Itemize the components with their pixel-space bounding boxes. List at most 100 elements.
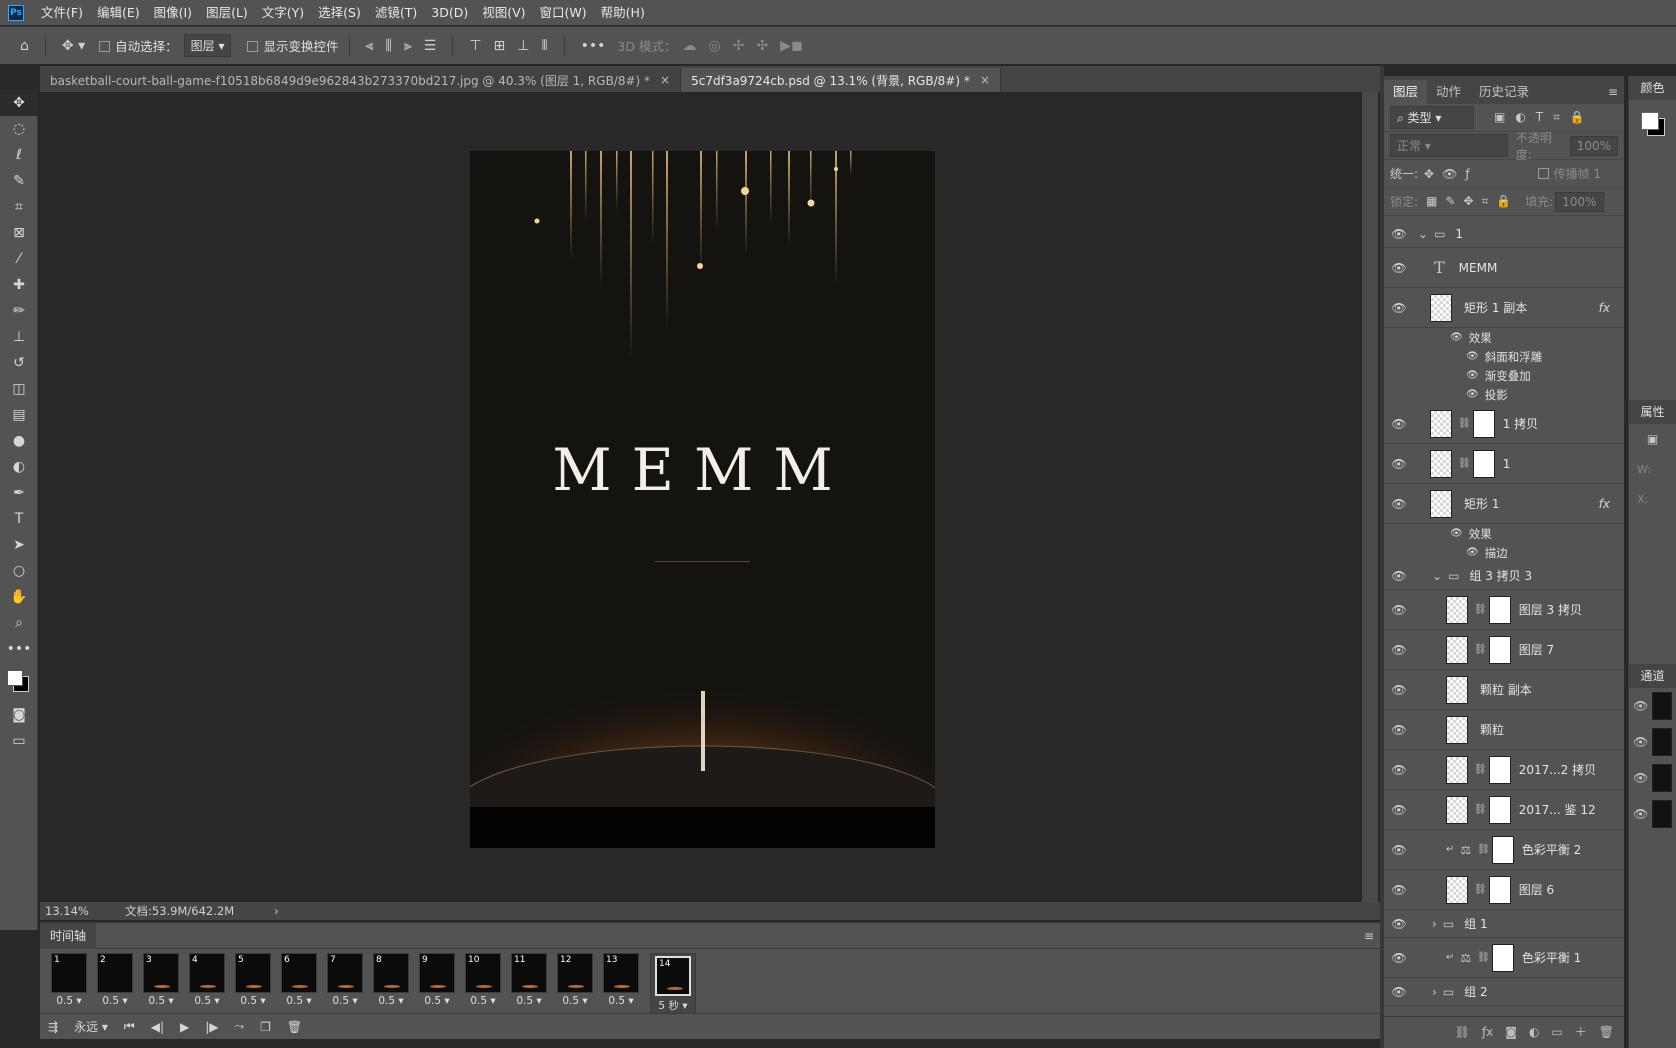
frame-duration[interactable]: 5 秒 ▾ [658, 998, 687, 1013]
menu-window[interactable]: 窗口(W) [533, 0, 594, 25]
menu-file[interactable]: 文件(F) [34, 0, 90, 25]
panel-menu-icon[interactable]: ≡ [1364, 929, 1374, 943]
frame-thumbnail[interactable]: 11 [511, 953, 547, 993]
frame-thumbnail[interactable]: 4 [189, 953, 225, 993]
layer-row[interactable]: 👁 ⛓ 图层 7 [1384, 630, 1624, 670]
layer-row[interactable]: 👁 颗粒 副本 [1384, 670, 1624, 710]
healing-brush-tool-icon[interactable]: ✚ [0, 272, 38, 298]
channel-row[interactable]: 👁 [1629, 796, 1676, 832]
menu-3d[interactable]: 3D(D) [424, 0, 475, 25]
new-group-icon[interactable]: ▭ [1551, 1025, 1562, 1039]
menu-view[interactable]: 视图(V) [475, 0, 532, 25]
layer-row[interactable]: 👁 ⛓ 图层 3 拷贝 [1384, 590, 1624, 630]
menu-help[interactable]: 帮助(H) [594, 0, 652, 25]
frame-tool-icon[interactable]: ⊠ [0, 220, 38, 246]
menu-type[interactable]: 文字(Y) [255, 0, 311, 25]
show-transform-checkbox[interactable] [247, 39, 263, 53]
layer-thumbnail[interactable] [1430, 489, 1452, 518]
timeline-frame[interactable]: 11 0.5 ▾ [506, 953, 552, 1016]
tab-history[interactable]: 历史记录 [1470, 80, 1538, 104]
timeline-frame[interactable]: 9 0.5 ▾ [414, 953, 460, 1016]
layer-mask-thumb[interactable] [1472, 409, 1495, 438]
layer-row[interactable]: 👁 颗粒 [1384, 710, 1624, 750]
delete-layer-icon[interactable]: 🗑 [1599, 1025, 1614, 1039]
eye-icon[interactable]: 👁 [1384, 883, 1414, 897]
frame-duration[interactable]: 0.5 ▾ [286, 995, 311, 1007]
align-hcenter-icon[interactable]: ⫼ [379, 38, 397, 54]
layer-row[interactable]: 👁 ⛓ 图层 6 [1384, 870, 1624, 910]
eye-icon[interactable]: 👁 [1384, 803, 1414, 817]
close-icon[interactable]: × [980, 73, 990, 87]
frame-thumbnail[interactable]: 3 [143, 953, 179, 993]
menu-edit[interactable]: 编辑(E) [90, 0, 147, 25]
layer-thumbnail[interactable] [1430, 449, 1452, 478]
frame-thumbnail[interactable]: 6 [281, 953, 317, 993]
layer-row[interactable]: 👁 ⛓ 2017...2 拷贝 [1384, 750, 1624, 790]
eye-icon[interactable]: 👁 [1466, 547, 1479, 558]
color-panel-title[interactable]: 颜色 [1629, 76, 1676, 100]
lasso-tool-icon[interactable]: ℓ [0, 142, 38, 168]
frame-thumbnail[interactable]: 8 [373, 953, 409, 993]
align-vcenter-icon[interactable]: ⊞ [488, 38, 512, 54]
lock-icons[interactable]: ▦✎✥⌗🔒 [1426, 194, 1519, 209]
loop-dropdown[interactable]: 永远 ▾ [66, 1018, 116, 1035]
align-bottom-icon[interactable]: ⊥ [511, 38, 535, 54]
fill-field[interactable]: 100% [1555, 191, 1604, 212]
panel-menu-icon[interactable]: ≡ [1608, 80, 1618, 104]
layer-thumbnail[interactable] [1446, 675, 1468, 704]
layer-effect-item[interactable]: 👁 渐变叠加 [1384, 366, 1624, 385]
layer-thumbnail[interactable] [1446, 755, 1468, 784]
eyedropper-tool-icon[interactable]: ⁄ [0, 246, 38, 272]
quick-select-tool-icon[interactable]: ✎ [0, 168, 38, 194]
blend-mode-dropdown[interactable]: 正常 ▾ [1390, 134, 1508, 157]
layer-effect-item[interactable]: 👁 效果 [1384, 524, 1624, 543]
channel-row[interactable]: 👁 [1629, 724, 1676, 760]
layer-row[interactable]: 👁 ⌄ ▭ 组 3 拷贝 3 [1384, 562, 1624, 590]
fx-icon[interactable]: ƒx [1482, 1025, 1493, 1039]
frame-thumbnail[interactable]: 5 [235, 953, 271, 993]
frame-thumbnail[interactable]: 12 [557, 953, 593, 993]
timeline-frame[interactable]: 7 0.5 ▾ [322, 953, 368, 1016]
timeline-frame[interactable]: 13 0.5 ▾ [598, 953, 644, 1016]
eye-icon[interactable]: 👁 [1384, 951, 1414, 965]
type-tool-icon[interactable]: T [0, 506, 38, 532]
tab-timeline[interactable]: 时间轴 [40, 922, 97, 949]
move-tool-icon[interactable]: ✥ [0, 90, 38, 116]
frame-thumbnail[interactable]: 9 [419, 953, 455, 993]
layer-effect-item[interactable]: 👁 斜面和浮雕 [1384, 347, 1624, 366]
layer-mask-thumb[interactable] [1488, 595, 1511, 624]
stamp-tool-icon[interactable]: ⊥ [0, 324, 38, 350]
channel-row[interactable]: 👁 [1629, 760, 1676, 796]
layer-thumbnail[interactable] [1446, 595, 1468, 624]
frame-duration[interactable]: 0.5 ▾ [194, 995, 219, 1007]
fx-icon[interactable]: fx [1599, 301, 1610, 315]
link-layers-icon[interactable]: ⛓ [1455, 1025, 1470, 1039]
eye-icon[interactable]: 👁 [1384, 603, 1414, 617]
duplicate-frame-icon[interactable]: ❐ [252, 1020, 279, 1034]
layer-effect-item[interactable]: 👁 描边 [1384, 543, 1624, 562]
eye-icon[interactable]: 👁 [1450, 332, 1463, 343]
timeline-frame[interactable]: 6 0.5 ▾ [276, 953, 322, 1016]
convert-timeline-icon[interactable]: ⇶ [40, 1020, 66, 1034]
filter-icons[interactable]: ▣◐T⌗🔒 [1494, 110, 1595, 125]
home-icon[interactable]: ⌂ [14, 38, 35, 54]
more-options-icon[interactable]: ••• [575, 38, 612, 54]
channels-panel-title[interactable]: 通道 [1629, 664, 1676, 688]
eye-icon[interactable]: 👁 [1466, 351, 1479, 362]
timeline-frame[interactable]: 2 0.5 ▾ [92, 953, 138, 1016]
path-select-tool-icon[interactable]: ➤ [0, 532, 38, 558]
eye-icon[interactable]: 👁 [1384, 843, 1414, 857]
more-tools-icon[interactable]: ••• [0, 636, 38, 662]
layer-thumbnail[interactable] [1430, 293, 1452, 322]
menu-select[interactable]: 选择(S) [311, 0, 368, 25]
layer-mask-thumb[interactable] [1472, 449, 1495, 478]
history-brush-tool-icon[interactable]: ↺ [0, 350, 38, 376]
layer-effect-item[interactable]: 👁 效果 [1384, 328, 1624, 347]
unify-icons[interactable]: ✥👁ƒ [1424, 167, 1478, 181]
auto-select-checkbox[interactable] [99, 39, 115, 53]
channel-row[interactable]: 👁 [1629, 688, 1676, 724]
frame-duration[interactable]: 0.5 ▾ [56, 995, 81, 1007]
photoshop-logo-icon[interactable]: Ps [8, 4, 24, 21]
timeline-frame[interactable]: 1 0.5 ▾ [46, 953, 92, 1016]
tab-psd-doc[interactable]: 5c7df3a9724cb.psd @ 13.1% (背景, RGB/8#) *… [681, 68, 1001, 92]
